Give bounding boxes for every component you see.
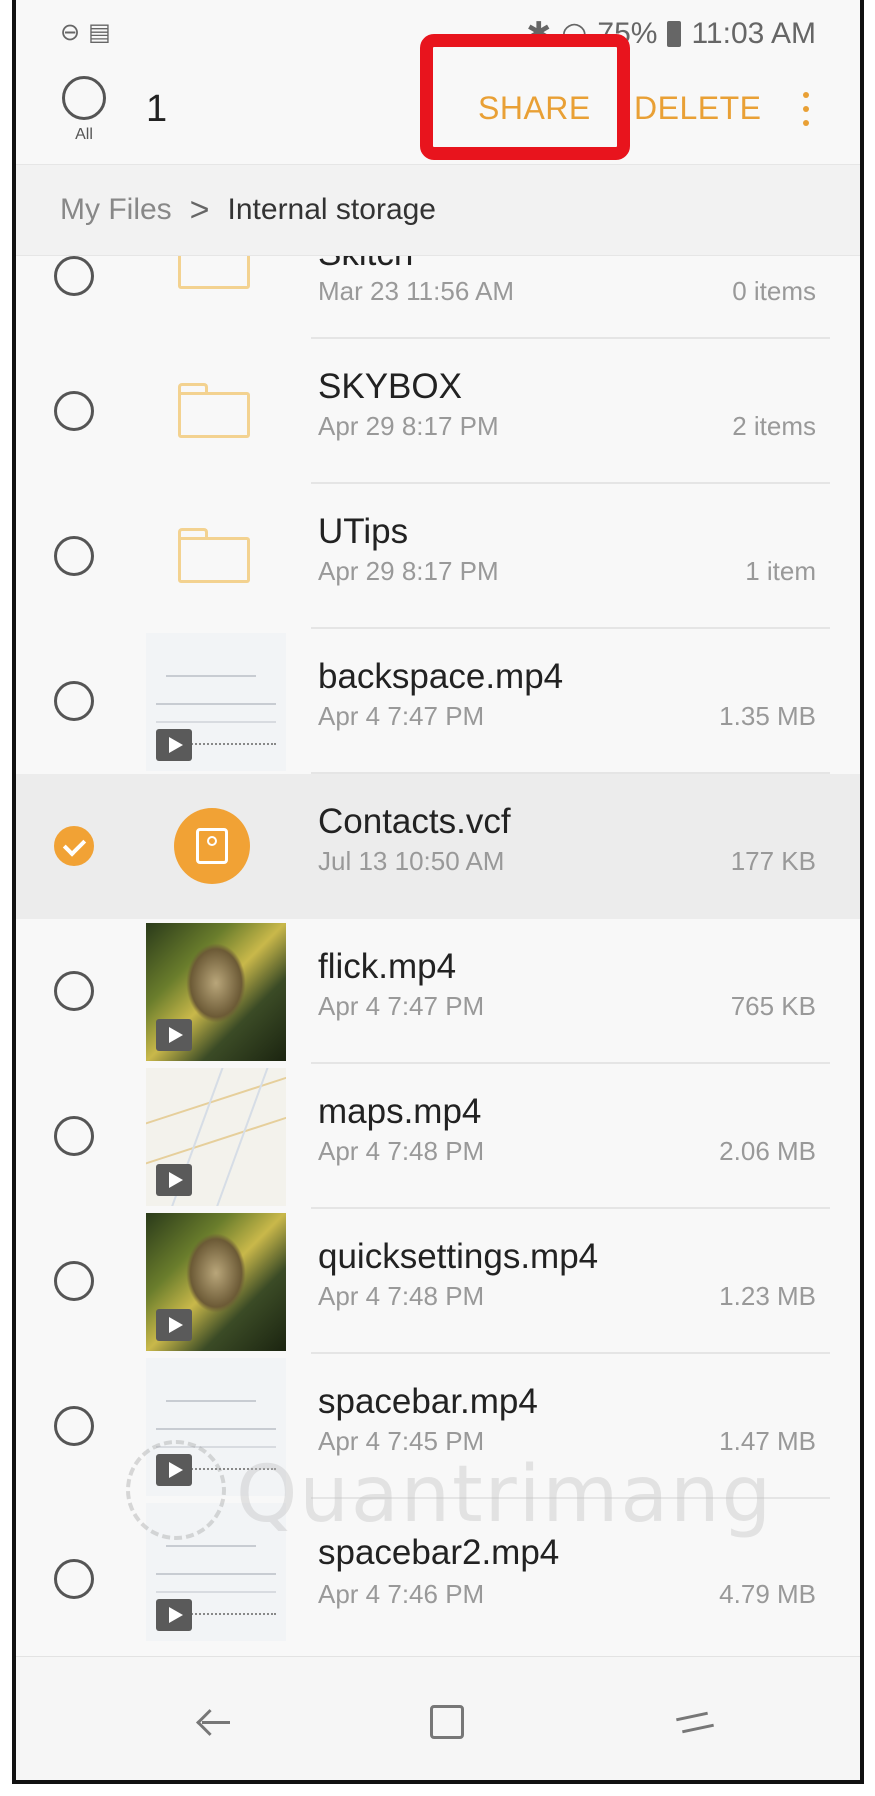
chevron-right-icon: > [189,190,210,229]
file-meta: 2 items [732,411,816,441]
file-date: Apr 4 7:47 PM [318,991,485,1021]
checkbox[interactable] [54,1406,94,1446]
file-date: Apr 4 7:48 PM [318,1136,485,1166]
file-list: Skitch Mar 23 11:56 AM 0 items SKYBOX Ap… [16,256,860,1660]
breadcrumb-internal-storage: Internal storage [227,193,436,226]
recent-apps-icon[interactable] [676,1703,716,1743]
file-meta: 0 items [732,276,816,306]
video-thumbnail [146,1213,286,1351]
screen: ⊖ ▤ ✱ ◠ 75% 11:03 AM All 1 SHARE DELETE … [12,0,864,1784]
video-thumbnail [146,633,286,771]
share-button[interactable]: SHARE [478,90,591,127]
play-icon [156,1309,192,1341]
list-item[interactable]: spacebar2.mp4 Apr 4 7:46 PM 4.79 MB [16,1499,860,1644]
list-item[interactable]: SKYBOX Apr 29 8:17 PM 2 items [16,339,860,484]
file-date: Mar 23 11:56 AM [318,276,515,306]
folder-icon [178,528,250,584]
select-all-label: All [75,126,93,143]
clock: 11:03 AM [691,16,816,50]
battery-percent: 75% [597,16,658,50]
list-item-selected[interactable]: Contacts.vcf Jul 13 10:50 AM 177 KB [16,774,860,919]
file-meta: 1 item [745,556,816,586]
checkbox[interactable] [54,1559,94,1599]
video-thumbnail [146,1068,286,1206]
file-date: Apr 4 7:46 PM [318,1579,485,1609]
file-name: quicksettings.mp4 [318,1237,599,1276]
status-left-icons: ⊖ ▤ [60,18,111,47]
checkbox[interactable] [54,681,94,721]
file-name: maps.mp4 [318,1092,482,1131]
video-thumbnail [146,923,286,1061]
more-vert-icon[interactable] [796,88,816,134]
back-icon[interactable] [196,1703,232,1739]
checkbox[interactable] [54,1116,94,1156]
home-icon[interactable] [430,1705,464,1739]
video-thumbnail [146,1503,286,1641]
file-date: Apr 29 8:17 PM [318,556,499,586]
bluetooth-icon: ✱ [526,17,552,50]
breadcrumb-my-files[interactable]: My Files [60,193,172,227]
file-name: backspace.mp4 [318,657,564,696]
selected-count: 1 [146,88,168,130]
list-item[interactable]: UTips Apr 29 8:17 PM 1 item [16,484,860,629]
selection-action-bar: All 1 SHARE DELETE [16,34,860,164]
navigation-bar [16,1656,860,1780]
checkbox[interactable] [54,391,94,431]
status-bar: ⊖ ▤ ✱ ◠ 75% 11:03 AM [16,0,860,68]
list-item[interactable]: Skitch Mar 23 11:56 AM 0 items [16,256,860,339]
checkbox[interactable] [54,256,94,296]
file-name: UTips [318,512,409,551]
play-icon [156,729,192,761]
list-item[interactable]: spacebar.mp4 Apr 4 7:45 PM 1.47 MB [16,1354,860,1499]
list-item[interactable]: maps.mp4 Apr 4 7:48 PM 2.06 MB [16,1064,860,1209]
file-date: Apr 4 7:47 PM [318,701,485,731]
wifi-icon: ◠ [561,17,588,50]
file-name: spacebar.mp4 [318,1382,538,1421]
file-meta: 1.35 MB [719,701,816,731]
folder-icon [178,383,250,439]
select-all-checkbox[interactable]: All [54,76,114,156]
file-meta: 2.06 MB [719,1136,816,1166]
file-meta: 765 KB [730,991,816,1021]
list-item[interactable]: flick.mp4 Apr 4 7:47 PM 765 KB [16,919,860,1064]
file-date: Jul 13 10:50 AM [318,846,505,876]
checkbox[interactable] [54,536,94,576]
delete-button[interactable]: DELETE [634,90,761,127]
checkbox-checked[interactable] [54,826,94,866]
file-date: Apr 4 7:48 PM [318,1281,485,1311]
select-all-circle-icon [62,76,106,120]
play-icon [156,1454,192,1486]
file-meta: 1.47 MB [719,1426,816,1456]
file-name: Contacts.vcf [318,802,511,841]
file-meta: 1.23 MB [719,1281,816,1311]
file-name: Skitch [318,256,413,274]
play-icon [156,1019,192,1051]
file-meta: 177 KB [730,846,816,876]
contact-file-icon [174,808,250,884]
list-item[interactable]: backspace.mp4 Apr 4 7:47 PM 1.35 MB [16,629,860,774]
do-not-disturb-icon: ⊖ [60,19,81,46]
checkbox[interactable] [54,1261,94,1301]
play-icon [156,1599,192,1631]
checkbox[interactable] [54,971,94,1011]
file-meta: 4.79 MB [719,1579,816,1609]
folder-icon [178,256,250,290]
battery-icon [667,20,682,47]
notification-icon: ▤ [88,19,111,46]
list-item[interactable]: quicksettings.mp4 Apr 4 7:48 PM 1.23 MB [16,1209,860,1354]
file-date: Apr 4 7:45 PM [318,1426,485,1456]
video-thumbnail [146,1358,286,1496]
file-name: SKYBOX [318,367,462,406]
file-name: flick.mp4 [318,947,457,986]
file-name: spacebar2.mp4 [318,1533,560,1572]
status-right: ✱ ◠ 75% 11:03 AM [526,16,816,51]
file-date: Apr 29 8:17 PM [318,411,499,441]
play-icon [156,1164,192,1196]
breadcrumb: My Files > Internal storage [16,164,860,256]
